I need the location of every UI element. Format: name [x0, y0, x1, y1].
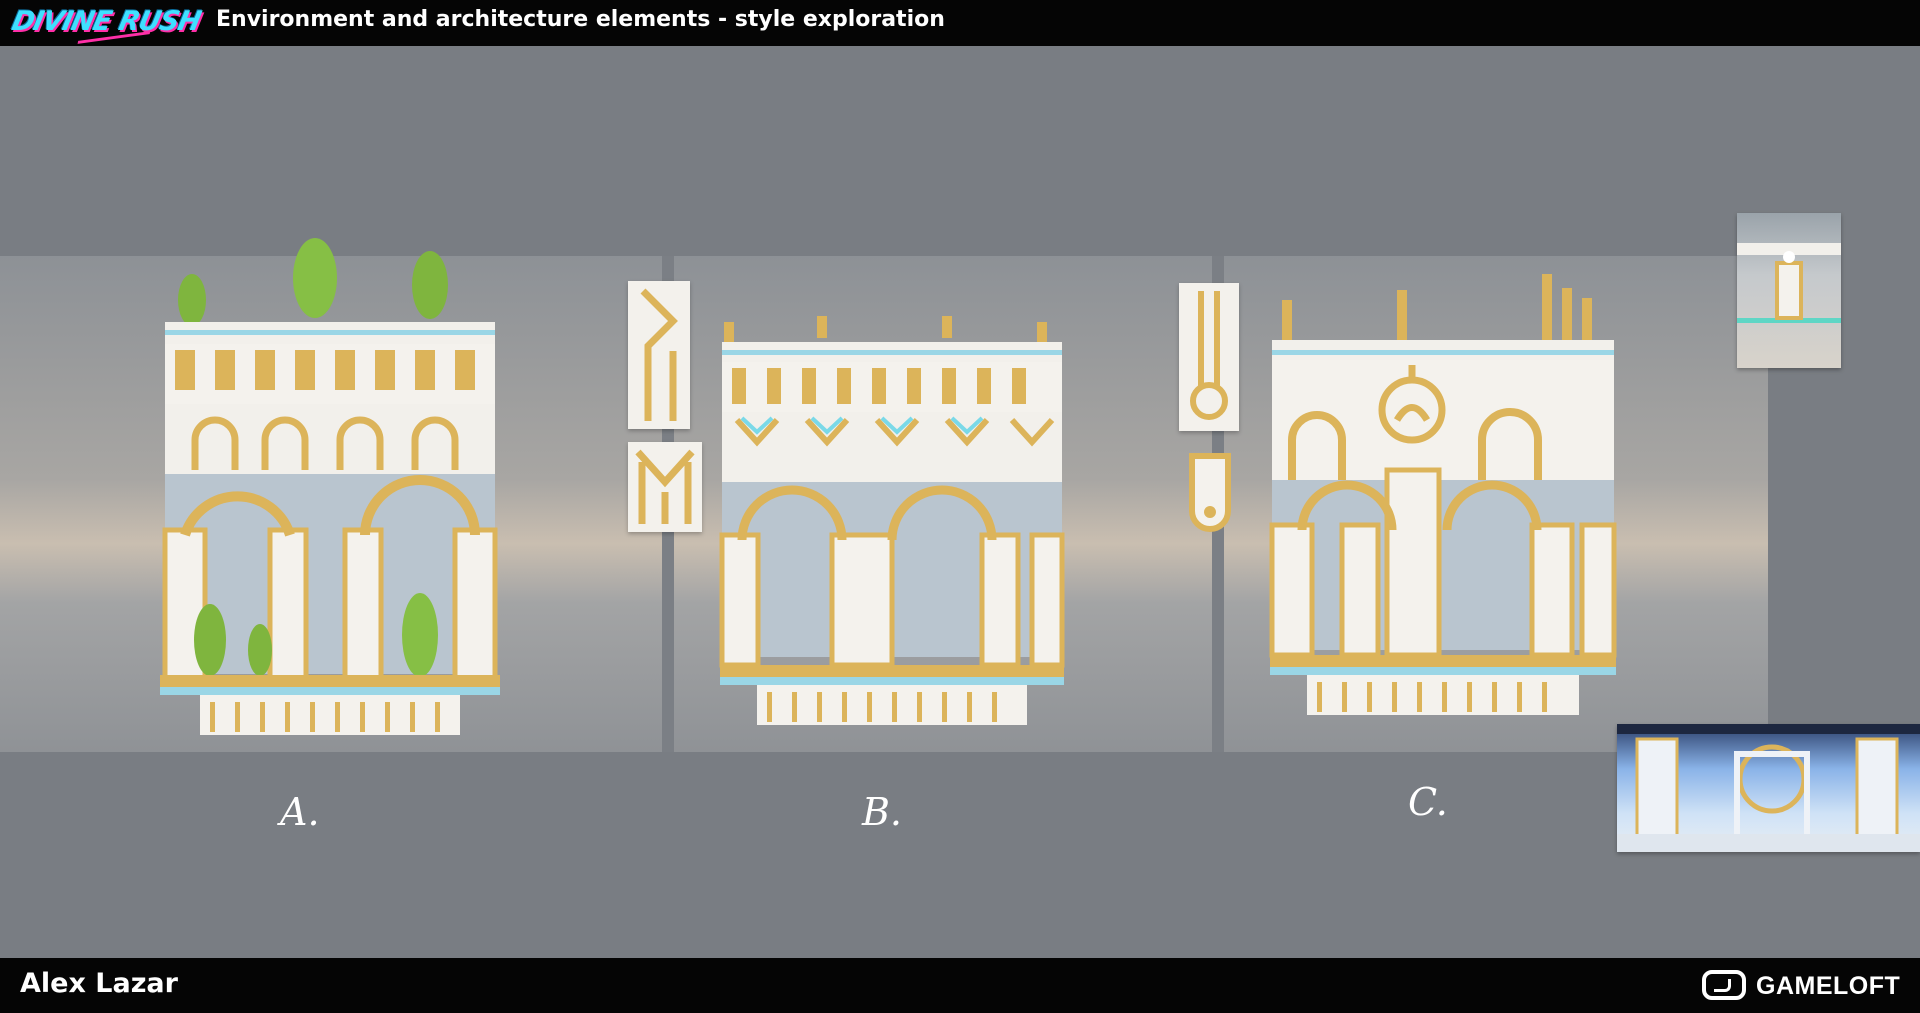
roof-trim [722, 350, 1062, 355]
floor-trim [1270, 655, 1616, 667]
roof-trim [1272, 350, 1614, 355]
brand-text: GAMELOFT [1756, 972, 1901, 1000]
shrub [248, 624, 272, 676]
floor-trim [720, 665, 1064, 677]
corner-detail-thumbnail [1737, 213, 1841, 368]
ornament-pendant [1189, 453, 1231, 532]
render-preview-thumbnail [1617, 724, 1920, 852]
divine-rush-logo: DIVINE RUSH [8, 2, 203, 44]
ornament-detail-card [628, 442, 702, 532]
gameloft-logo: GAMELOFT [1702, 966, 1902, 1006]
upper-wall [165, 404, 495, 474]
footer-bar: Alex Lazar GAMELOFT [0, 958, 1920, 1013]
architecture-concept-c [1269, 274, 1617, 715]
architecture-concept-a [160, 238, 500, 735]
tree [293, 238, 337, 318]
shrub [194, 604, 226, 676]
architecture-concept-b [719, 316, 1065, 725]
author-name: Alex Lazar [20, 968, 178, 999]
concept-label-a: A. [280, 790, 320, 834]
concept-label-c: C. [1408, 780, 1448, 824]
roof-posts [1282, 274, 1592, 342]
floor-trim [160, 675, 500, 687]
frieze [165, 344, 495, 404]
floor-glow [1270, 667, 1616, 675]
shrub [402, 593, 438, 677]
tree [412, 251, 448, 319]
concept-label-b: B. [862, 790, 903, 834]
floor-glow [720, 677, 1064, 685]
ornament-detail-card [1179, 283, 1239, 431]
roof-trim [165, 330, 495, 335]
roof-posts [724, 316, 1047, 344]
floor-glow [160, 687, 500, 695]
header-bar: DIVINE RUSH Environment and architecture… [0, 0, 1920, 46]
page-title: Environment and architecture elements - … [216, 7, 945, 32]
balustrade-pattern [732, 368, 1026, 404]
ornament-detail-card [628, 281, 690, 429]
tree [178, 274, 206, 326]
gameloft-g-icon [1702, 970, 1746, 1000]
